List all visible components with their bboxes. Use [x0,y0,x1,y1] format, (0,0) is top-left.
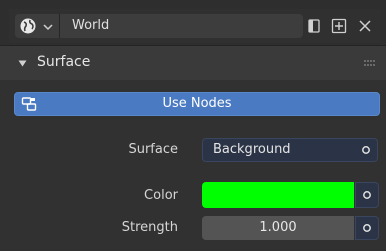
new-datablock-icon[interactable] [331,18,347,34]
link-dot-icon [363,191,371,199]
strength-link-button[interactable] [355,216,379,240]
strength-label: Strength [121,220,178,235]
collapse-triangle-icon[interactable] [18,59,27,68]
drag-grip-icon[interactable] [364,60,376,67]
chevron-down-icon [43,24,53,31]
panel-title: Surface [37,54,91,70]
use-nodes-button[interactable]: Use Nodes [14,92,380,116]
world-globe-icon [20,18,36,34]
link-dot-icon [363,224,371,232]
surface-shader-selector[interactable]: Background [202,138,378,162]
close-icon[interactable] [357,18,373,34]
color-link-button[interactable] [355,182,379,208]
color-label: Color [144,188,178,203]
surface-shader-value: Background [213,142,291,157]
color-swatch[interactable] [202,182,354,208]
surface-panel-header[interactable]: Surface [0,46,386,80]
use-nodes-label: Use Nodes [162,96,232,111]
world-browse-button[interactable] [15,14,60,38]
link-dot-icon [362,146,370,154]
properties-editor: World Surface Use Nodes Surface Backgrou… [0,0,386,251]
fake-user-icon[interactable] [306,18,322,34]
world-name-field[interactable]: World [60,14,303,38]
world-selector-header: World [9,9,380,43]
surface-label: Surface [128,142,178,157]
strength-field[interactable]: 1.000 [202,216,354,240]
